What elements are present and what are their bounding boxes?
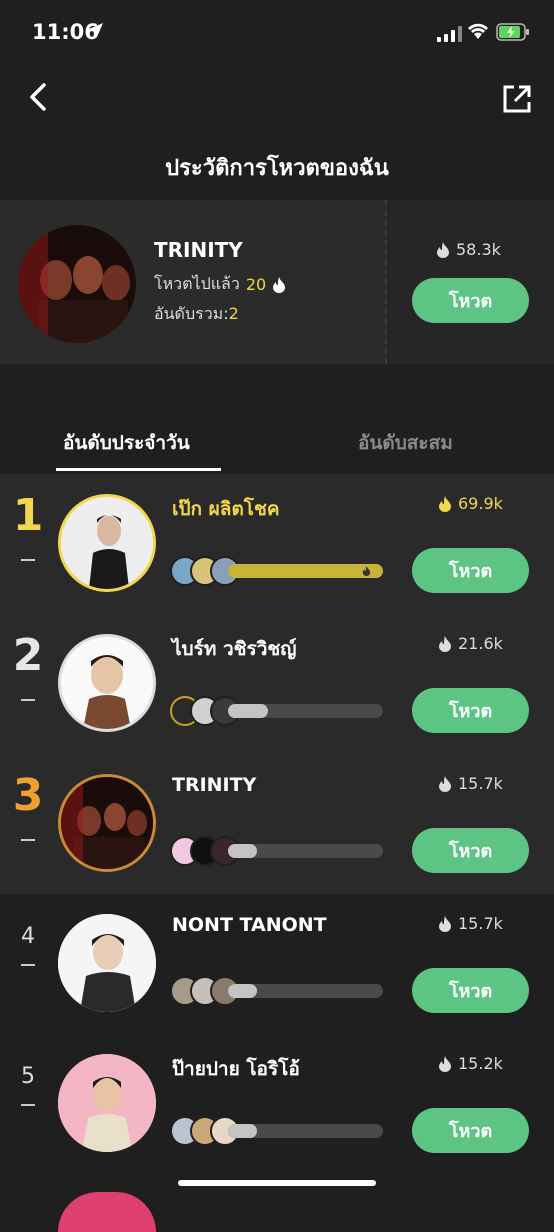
flame-icon: [439, 915, 451, 932]
ranking-row[interactable]: 4 NONT TANONT 15.7k โหวต: [0, 894, 554, 1034]
flame-icon: [437, 241, 449, 258]
dashed-divider: [385, 200, 387, 364]
flame-icon: [362, 566, 371, 576]
flame-icon: [439, 775, 451, 792]
tab-cumulative-ranking[interactable]: อันดับสะสม: [358, 428, 453, 458]
vote-progress-fill: [228, 984, 258, 998]
top-fans: [170, 836, 240, 866]
share-icon[interactable]: [500, 82, 534, 116]
ranking-tabs: อันดับประจำวัน อันดับสะสม: [0, 410, 554, 472]
artist-score: 21.6k: [438, 634, 503, 653]
artist-avatar[interactable]: [58, 1054, 156, 1152]
artist-name: เป๊ก ผลิตโชค: [172, 498, 280, 520]
my-score: 58.3k: [436, 240, 501, 259]
ranking-row[interactable]: 3 TRINITY 15.7k โหวต: [0, 754, 554, 894]
score-value: 15.7k: [458, 914, 503, 933]
rank-number: 2: [12, 630, 44, 681]
flame-icon: [439, 1055, 451, 1072]
next-row-avatar-peek: [58, 1192, 156, 1232]
rank-label: อันดับรวม:: [154, 304, 229, 323]
rank-number: 4: [21, 924, 35, 949]
wifi-icon: [468, 23, 488, 39]
artist-score: 69.9k: [438, 494, 503, 513]
vote-progress-bar: [228, 564, 383, 578]
artist-avatar[interactable]: [58, 774, 156, 872]
rank-change-indicator: [21, 699, 35, 701]
my-vote-button[interactable]: โหวต: [412, 278, 529, 323]
tab-daily-ranking[interactable]: อันดับประจำวัน: [63, 428, 190, 458]
rank-change-indicator: [21, 964, 35, 966]
my-artist-avatar[interactable]: [18, 225, 136, 343]
flame-icon: [439, 495, 451, 512]
artist-score: 15.2k: [438, 1054, 503, 1073]
vote-button[interactable]: โหวต: [412, 968, 529, 1013]
vote-progress-fill: [228, 1124, 258, 1138]
rank-change-indicator: [21, 559, 35, 561]
score-value: 21.6k: [458, 634, 503, 653]
home-indicator[interactable]: [178, 1180, 376, 1186]
my-overall-rank: อันดับรวม:2: [154, 302, 239, 327]
vote-progress-bar: [228, 704, 383, 718]
ranking-row[interactable]: 2 ไบร์ท วชิรวิชญ์ 21.6k โหวต: [0, 614, 554, 754]
vote-button[interactable]: โหวต: [412, 688, 529, 733]
vote-progress-bar: [228, 1124, 383, 1138]
artist-name: NONT TANONT: [172, 914, 327, 936]
my-score-value: 58.3k: [456, 240, 501, 259]
artist-name: ไบร์ท วชิรวิชญ์: [172, 638, 297, 660]
artist-avatar[interactable]: [58, 634, 156, 732]
voted-value: 20: [245, 275, 267, 294]
top-fans: [170, 556, 240, 586]
ranking-row[interactable]: 1 เป๊ก ผลิตโชค 69.9k โหวต: [0, 474, 554, 614]
vote-button[interactable]: โหวต: [412, 548, 529, 593]
vote-progress-fill: [228, 704, 269, 718]
rank-change-indicator: [21, 1104, 35, 1106]
rank-change-indicator: [21, 839, 35, 841]
my-voted-count: โหวตไปแล้ว 20: [154, 272, 286, 297]
score-value: 15.7k: [458, 774, 503, 793]
voted-label: โหวตไปแล้ว: [154, 274, 240, 293]
vote-button[interactable]: โหวต: [412, 1108, 529, 1153]
vote-progress-bar: [228, 984, 383, 998]
signal-icon: [437, 26, 462, 42]
vote-button[interactable]: โหวต: [412, 828, 529, 873]
artist-name: TRINITY: [172, 774, 257, 796]
artist-avatar[interactable]: [58, 494, 156, 592]
vote-progress-fill: [228, 844, 258, 858]
flame-icon: [273, 276, 286, 293]
artist-name: ป๊ายปาย โอริโอ้: [172, 1058, 300, 1080]
top-fans: [170, 696, 240, 726]
page-title: ประวัติการโหวตของฉัน: [165, 156, 389, 181]
flame-icon: [439, 635, 451, 652]
back-arrow-icon[interactable]: [24, 82, 54, 112]
status-bar: 11:06: [0, 0, 554, 64]
battery-icon: [496, 23, 529, 41]
artist-score: 15.7k: [438, 914, 503, 933]
top-fans: [170, 1116, 240, 1146]
ranking-row[interactable]: 5 ป๊ายปาย โอริโอ้ 15.2k โหวต: [0, 1034, 554, 1174]
rank-number: 5: [21, 1064, 35, 1089]
top-fans: [170, 976, 240, 1006]
rank-number: 1: [12, 490, 44, 541]
location-arrow-icon: [89, 23, 103, 37]
my-artist-name: TRINITY: [154, 238, 243, 262]
rank-value: 2: [228, 304, 239, 323]
score-value: 15.2k: [458, 1054, 503, 1073]
rank-number: 3: [12, 770, 44, 821]
score-value: 69.9k: [458, 494, 503, 513]
vote-progress-bar: [228, 844, 383, 858]
active-tab-indicator: [56, 468, 221, 471]
artist-score: 15.7k: [438, 774, 503, 793]
vote-progress-fill: [228, 564, 383, 578]
artist-avatar[interactable]: [58, 914, 156, 1012]
